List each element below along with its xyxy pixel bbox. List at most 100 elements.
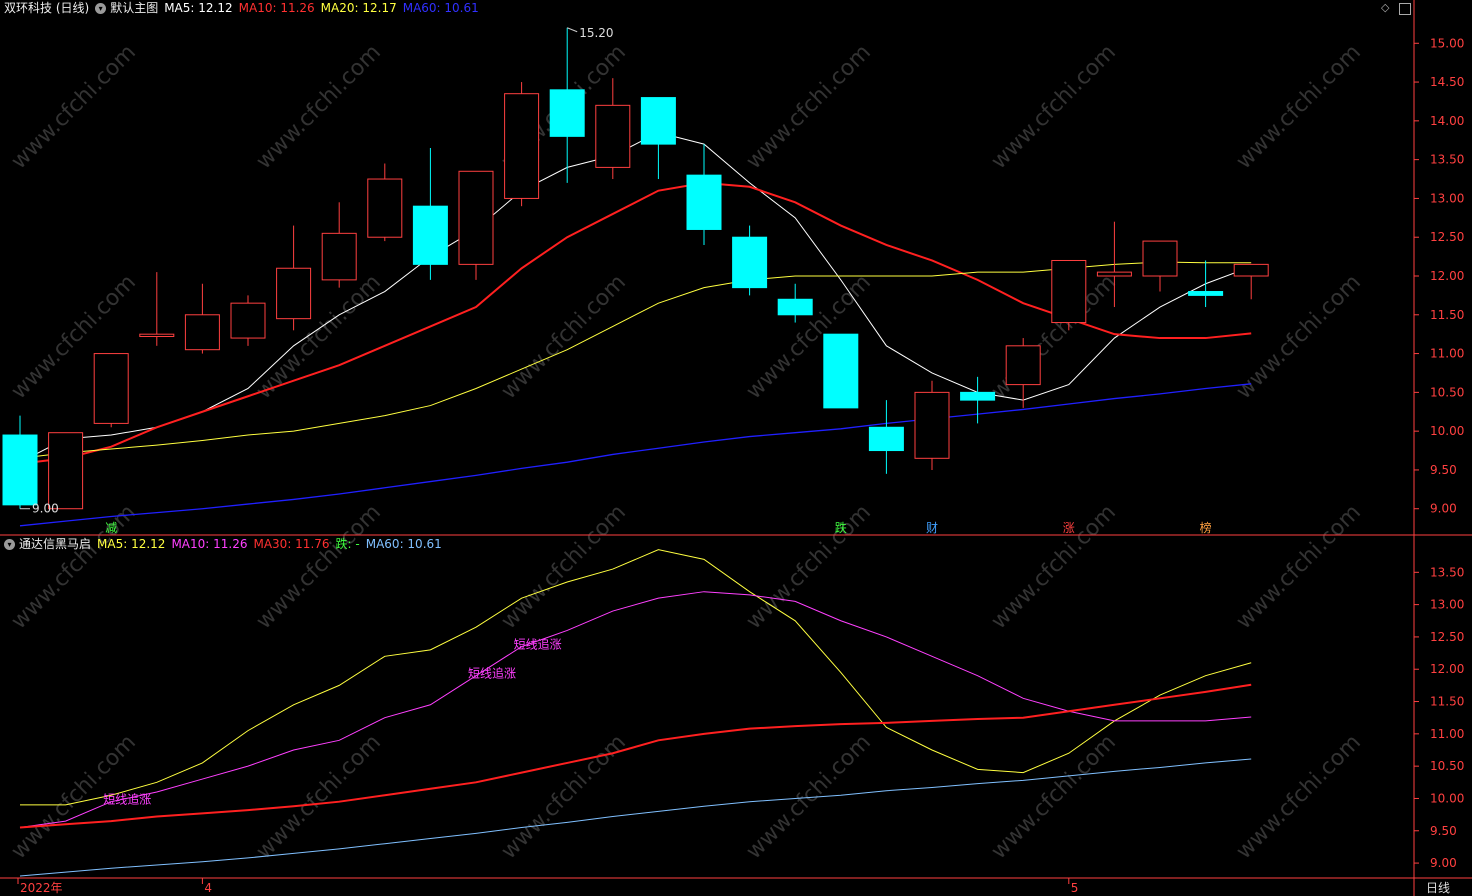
candle-body	[230, 302, 266, 339]
candle-body	[640, 97, 676, 145]
main-y-tick-label: 12.50	[1430, 230, 1464, 244]
main-y-tick-label: 13.50	[1430, 153, 1464, 167]
candle	[777, 283, 813, 323]
sub-y-tick-label: 12.00	[1430, 662, 1464, 676]
main-y-tick-label: 11.50	[1430, 308, 1464, 322]
signal-label: 短线追涨	[468, 666, 516, 681]
watermark-text: www.cfchi.com	[7, 40, 141, 174]
candle-body	[48, 432, 84, 510]
watermark-text: www.cfchi.com	[252, 270, 386, 404]
sub-y-tick-label: 9.00	[1430, 856, 1457, 870]
candle-body	[686, 174, 722, 230]
stock-title[interactable]: 双环科技 (日线)	[4, 0, 89, 17]
candle	[732, 225, 768, 296]
sub-ma60-readout: MA60: 10.61	[365, 537, 442, 551]
maximize-icon[interactable]	[1399, 3, 1411, 15]
panel-settings-icon[interactable]: ▾	[95, 2, 107, 14]
candle-body	[1142, 240, 1178, 277]
sub-y-tick-label: 12.50	[1430, 630, 1464, 644]
candle-body	[1233, 263, 1269, 277]
period-label[interactable]: 日线	[1426, 879, 1450, 896]
candle-body	[732, 236, 768, 289]
watermark-text: www.cfchi.com	[1232, 270, 1366, 404]
candle-body	[458, 170, 494, 265]
candle-body	[1096, 271, 1132, 277]
candle-body	[367, 178, 403, 238]
sub-y-tick-label: 11.00	[1430, 727, 1464, 741]
main-y-tick-label: 14.50	[1430, 75, 1464, 89]
candle-body	[184, 314, 220, 351]
sub-y-tick-label: 13.00	[1430, 598, 1464, 612]
diamond-icon[interactable]: ◇	[1381, 1, 1389, 14]
candle-body	[504, 93, 540, 199]
candle	[412, 148, 448, 280]
candle-body	[914, 391, 950, 459]
sub-ma5-readout: MA5: 12.12	[97, 537, 166, 551]
candle	[1005, 338, 1041, 408]
x-tick-label: 5	[1071, 881, 1079, 895]
watermark-text: www.cfchi.com	[987, 500, 1121, 634]
candle	[184, 283, 220, 354]
sub-y-tick-label: 10.00	[1430, 791, 1464, 805]
ma10-readout: MA10: 11.26	[238, 1, 315, 15]
sub-ma10-readout: MA10: 11.26	[171, 537, 248, 551]
max-pointer	[567, 27, 578, 33]
candle	[93, 353, 129, 428]
candle	[549, 27, 585, 183]
watermark-text: www.cfchi.com	[252, 500, 386, 634]
candle	[230, 295, 266, 346]
event-marker: 减	[105, 521, 117, 535]
main-y-tick-label: 15.00	[1430, 36, 1464, 50]
indicator-settings-icon[interactable]: ▾	[4, 538, 15, 550]
ma5-readout: MA5: 12.12	[164, 1, 233, 15]
candle	[2, 415, 38, 509]
ma60-readout: MA60: 10.61	[402, 1, 479, 15]
watermark-text: www.cfchi.com	[987, 40, 1121, 174]
watermark-text: www.cfchi.com	[987, 730, 1121, 864]
min-price-label: 9.00	[32, 502, 59, 516]
candle-body	[2, 434, 38, 506]
candle-body	[321, 232, 357, 281]
event-marker: 榜	[1200, 520, 1212, 535]
main-y-tick-label: 13.00	[1430, 191, 1464, 205]
x-tick-label: 4	[204, 881, 212, 895]
indicator-name[interactable]: 通达信黑马启	[19, 535, 91, 553]
candle	[139, 272, 175, 346]
sub-die-readout: 跌: -	[335, 537, 360, 551]
watermark-text: www.cfchi.com	[742, 40, 876, 174]
main-panel-header: 双环科技 (日线) ▾ 默认主图 MA5: 12.12 MA10: 11.26 …	[4, 0, 485, 17]
watermark-text: www.cfchi.com	[252, 40, 386, 174]
signal-label: 短线追涨	[514, 637, 562, 652]
sub-y-tick-label: 13.50	[1430, 565, 1464, 579]
candle	[686, 144, 722, 245]
candle-body	[595, 104, 631, 168]
candle-body	[960, 391, 996, 401]
candle	[276, 225, 312, 331]
watermark-text: www.cfchi.com	[1232, 500, 1366, 634]
candle-body	[777, 298, 813, 316]
candle	[823, 333, 859, 409]
main-y-tick-label: 14.00	[1430, 114, 1464, 128]
candle	[321, 202, 357, 288]
main-y-tick-label: 9.00	[1430, 502, 1457, 516]
watermark-text: www.cfchi.com	[1232, 40, 1366, 174]
main-y-tick-label: 9.50	[1430, 463, 1457, 477]
watermark-text: www.cfchi.com	[497, 730, 631, 864]
event-marker: 涨	[1063, 520, 1075, 535]
candle-body	[139, 333, 175, 338]
candle-body	[1051, 259, 1087, 324]
candle-body	[276, 267, 312, 320]
candle-body	[549, 89, 585, 137]
event-marker: 跌	[835, 520, 847, 535]
candle	[1188, 260, 1224, 308]
signal-label: 短线追涨	[103, 792, 151, 807]
candle	[1233, 263, 1269, 300]
candle	[640, 97, 676, 180]
ma20-readout: MA20: 12.17	[320, 1, 397, 15]
candle	[1051, 259, 1087, 331]
main-panel-name[interactable]: 默认主图	[110, 0, 158, 17]
kline-chart[interactable]: www.cfchi.com www.cfchi.com www.cfchi.com w…	[0, 0, 1472, 896]
sub-y-tick-label: 10.50	[1430, 759, 1464, 773]
max-price-label: 15.20	[579, 26, 613, 40]
candle-body	[1188, 291, 1224, 296]
